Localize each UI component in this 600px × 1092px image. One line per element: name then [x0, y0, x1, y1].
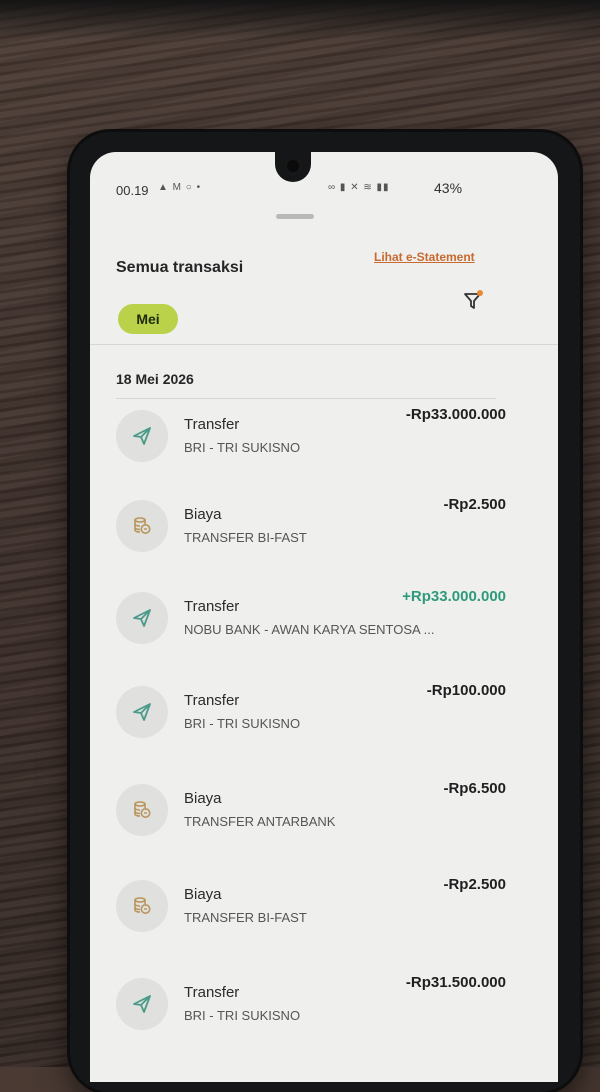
divider — [90, 344, 558, 345]
month-filter-chip[interactable]: Mei — [118, 304, 178, 334]
system-status-icons: ∞ ▮ ✕ ≋ ▮▮ — [328, 182, 390, 193]
transaction-type: Transfer — [184, 692, 240, 709]
transaction-amount: -Rp2.500 — [443, 876, 506, 893]
transaction-type: Transfer — [184, 416, 240, 433]
send-icon — [133, 427, 151, 445]
coins-icon — [134, 517, 151, 534]
transaction-icon — [116, 978, 168, 1030]
filter-active-dot — [477, 290, 483, 296]
transaction-amount: -Rp100.000 — [426, 682, 506, 699]
transaction-row[interactable]: Biaya TRANSFER BI-FAST -Rp2.500 — [116, 496, 536, 560]
transaction-row[interactable]: Transfer BRI - TRI SUKISNO -Rp100.000 — [116, 682, 536, 746]
background-top-shadow — [0, 0, 600, 40]
transaction-type: Biaya — [184, 790, 222, 807]
notification-icons: ▲ M ○ • — [158, 182, 202, 193]
transaction-type: Biaya — [184, 886, 222, 903]
transaction-row[interactable]: Biaya TRANSFER BI-FAST -Rp2.500 — [116, 876, 536, 940]
send-icon — [133, 609, 151, 627]
transaction-description: BRI - TRI SUKISNO — [184, 1008, 301, 1023]
status-time: 00.19 — [116, 183, 149, 198]
transaction-description: BRI - TRI SUKISNO — [184, 440, 301, 455]
page-title: Semua transaksi — [116, 259, 244, 276]
transaction-description: TRANSFER BI-FAST — [184, 910, 307, 925]
send-icon — [133, 703, 151, 721]
transaction-row[interactable]: Biaya TRANSFER ANTARBANK -Rp6.500 — [116, 780, 536, 844]
transaction-icon — [116, 784, 168, 836]
date-group-header: 18 Mei 2026 — [116, 371, 194, 387]
transaction-amount: -Rp31.500.000 — [405, 974, 506, 991]
transaction-type: Transfer — [184, 984, 240, 1001]
transaction-description: TRANSFER ANTARBANK — [184, 814, 336, 829]
transaction-row[interactable]: Transfer BRI - TRI SUKISNO -Rp33.000.000 — [116, 406, 536, 470]
transaction-type: Transfer — [184, 598, 240, 615]
send-icon — [133, 995, 151, 1013]
transaction-icon — [116, 410, 168, 462]
estatement-link[interactable]: Lihat e-Statement — [374, 250, 475, 264]
transaction-icon — [116, 592, 168, 644]
transaction-icon — [116, 500, 168, 552]
transaction-amount: -Rp33.000.000 — [405, 406, 506, 423]
status-bar: 00.19 ▲ M ○ • ∞ ▮ ✕ ≋ ▮▮ 43% — [90, 152, 558, 198]
transaction-row[interactable]: Transfer NOBU BANK - AWAN KARYA SENTOSA … — [116, 588, 536, 652]
divider — [116, 398, 496, 399]
transaction-amount: -Rp2.500 — [443, 496, 506, 513]
battery-level: 43% — [434, 180, 463, 196]
coins-icon — [134, 801, 151, 818]
transaction-row[interactable]: Transfer BRI - TRI SUKISNO -Rp31.500.000 — [116, 974, 536, 1038]
transaction-amount: +Rp33.000.000 — [402, 588, 506, 605]
phone-screen: 00.19 ▲ M ○ • ∞ ▮ ✕ ≋ ▮▮ 43% Semua trans… — [90, 152, 558, 1082]
transaction-description: BRI - TRI SUKISNO — [184, 716, 301, 731]
transaction-type: Biaya — [184, 506, 222, 523]
transaction-description: NOBU BANK - AWAN KARYA SENTOSA ... — [184, 622, 435, 637]
transaction-icon — [116, 880, 168, 932]
transaction-icon — [116, 686, 168, 738]
transaction-description: TRANSFER BI-FAST — [184, 530, 307, 545]
coins-icon — [134, 897, 151, 914]
sheet-drag-handle[interactable] — [276, 214, 314, 219]
transaction-amount: -Rp6.500 — [443, 780, 506, 797]
filter-button[interactable] — [462, 290, 484, 312]
